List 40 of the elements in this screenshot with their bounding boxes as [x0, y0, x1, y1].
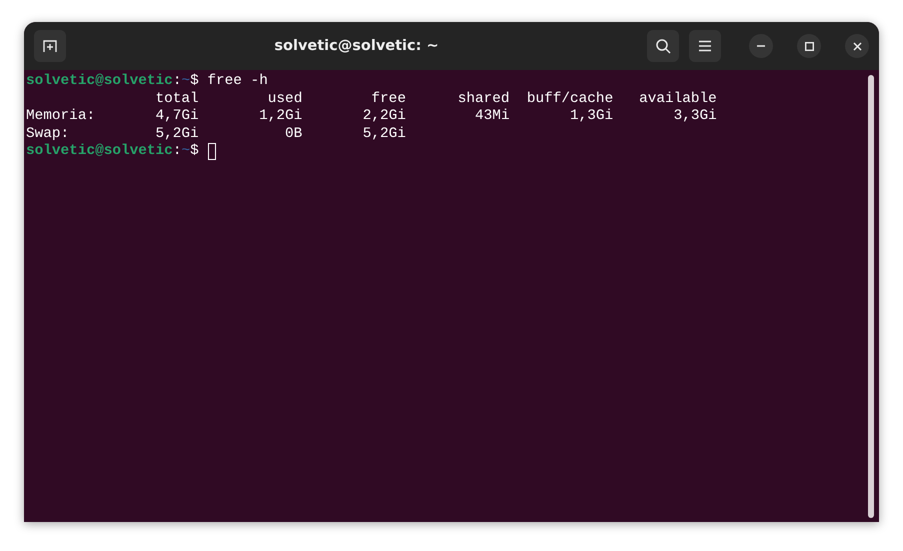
close-icon: [852, 42, 862, 50]
prompt-path: ~: [181, 73, 190, 90]
minimize-icon: [757, 45, 765, 47]
prompt-separator: :: [172, 73, 182, 90]
search-icon: [655, 38, 671, 54]
prompt-symbol: $: [190, 73, 199, 90]
table-value: 5,2Gi: [156, 126, 199, 142]
menu-icon: [698, 40, 712, 52]
row-label: Memoria:: [26, 108, 96, 124]
table-value: 0B: [285, 126, 302, 142]
prompt-user: solvetic@solvetic: [26, 73, 173, 90]
column-header: free: [371, 90, 406, 106]
new-tab-icon: [42, 38, 58, 54]
prompt-user: solvetic@solvetic: [26, 143, 173, 160]
column-header: buff/cache: [526, 90, 614, 106]
prompt-separator: :: [172, 143, 182, 160]
scrollbar[interactable]: [868, 75, 874, 518]
minimize-button[interactable]: [749, 34, 773, 58]
column-header: used: [268, 90, 302, 106]
window-title: solvetic@solvetic: ~: [273, 38, 440, 54]
table-value: 3,3Gi: [674, 108, 717, 124]
maximize-button[interactable]: [797, 34, 821, 58]
menu-button[interactable]: [689, 30, 721, 62]
maximize-icon: [804, 42, 814, 50]
column-header: available: [639, 90, 717, 106]
command-text: free -h: [207, 73, 268, 90]
prompt-symbol: $: [190, 143, 199, 160]
table-value: 43Mi: [475, 108, 510, 124]
column-header: total: [156, 90, 199, 106]
table-value: 1,3Gi: [570, 108, 614, 124]
table-value: 1,2Gi: [259, 108, 302, 124]
row-label: Swap:: [26, 126, 70, 142]
table-value: 2,2Gi: [362, 108, 406, 124]
close-button[interactable]: [845, 34, 869, 58]
search-button[interactable]: [647, 30, 679, 62]
new-tab-button[interactable]: [34, 30, 66, 62]
column-header: shared: [458, 90, 510, 106]
table-value: 5,2Gi: [362, 126, 406, 142]
table-value: 4,7Gi: [156, 108, 199, 124]
prompt-path: ~: [181, 143, 190, 160]
